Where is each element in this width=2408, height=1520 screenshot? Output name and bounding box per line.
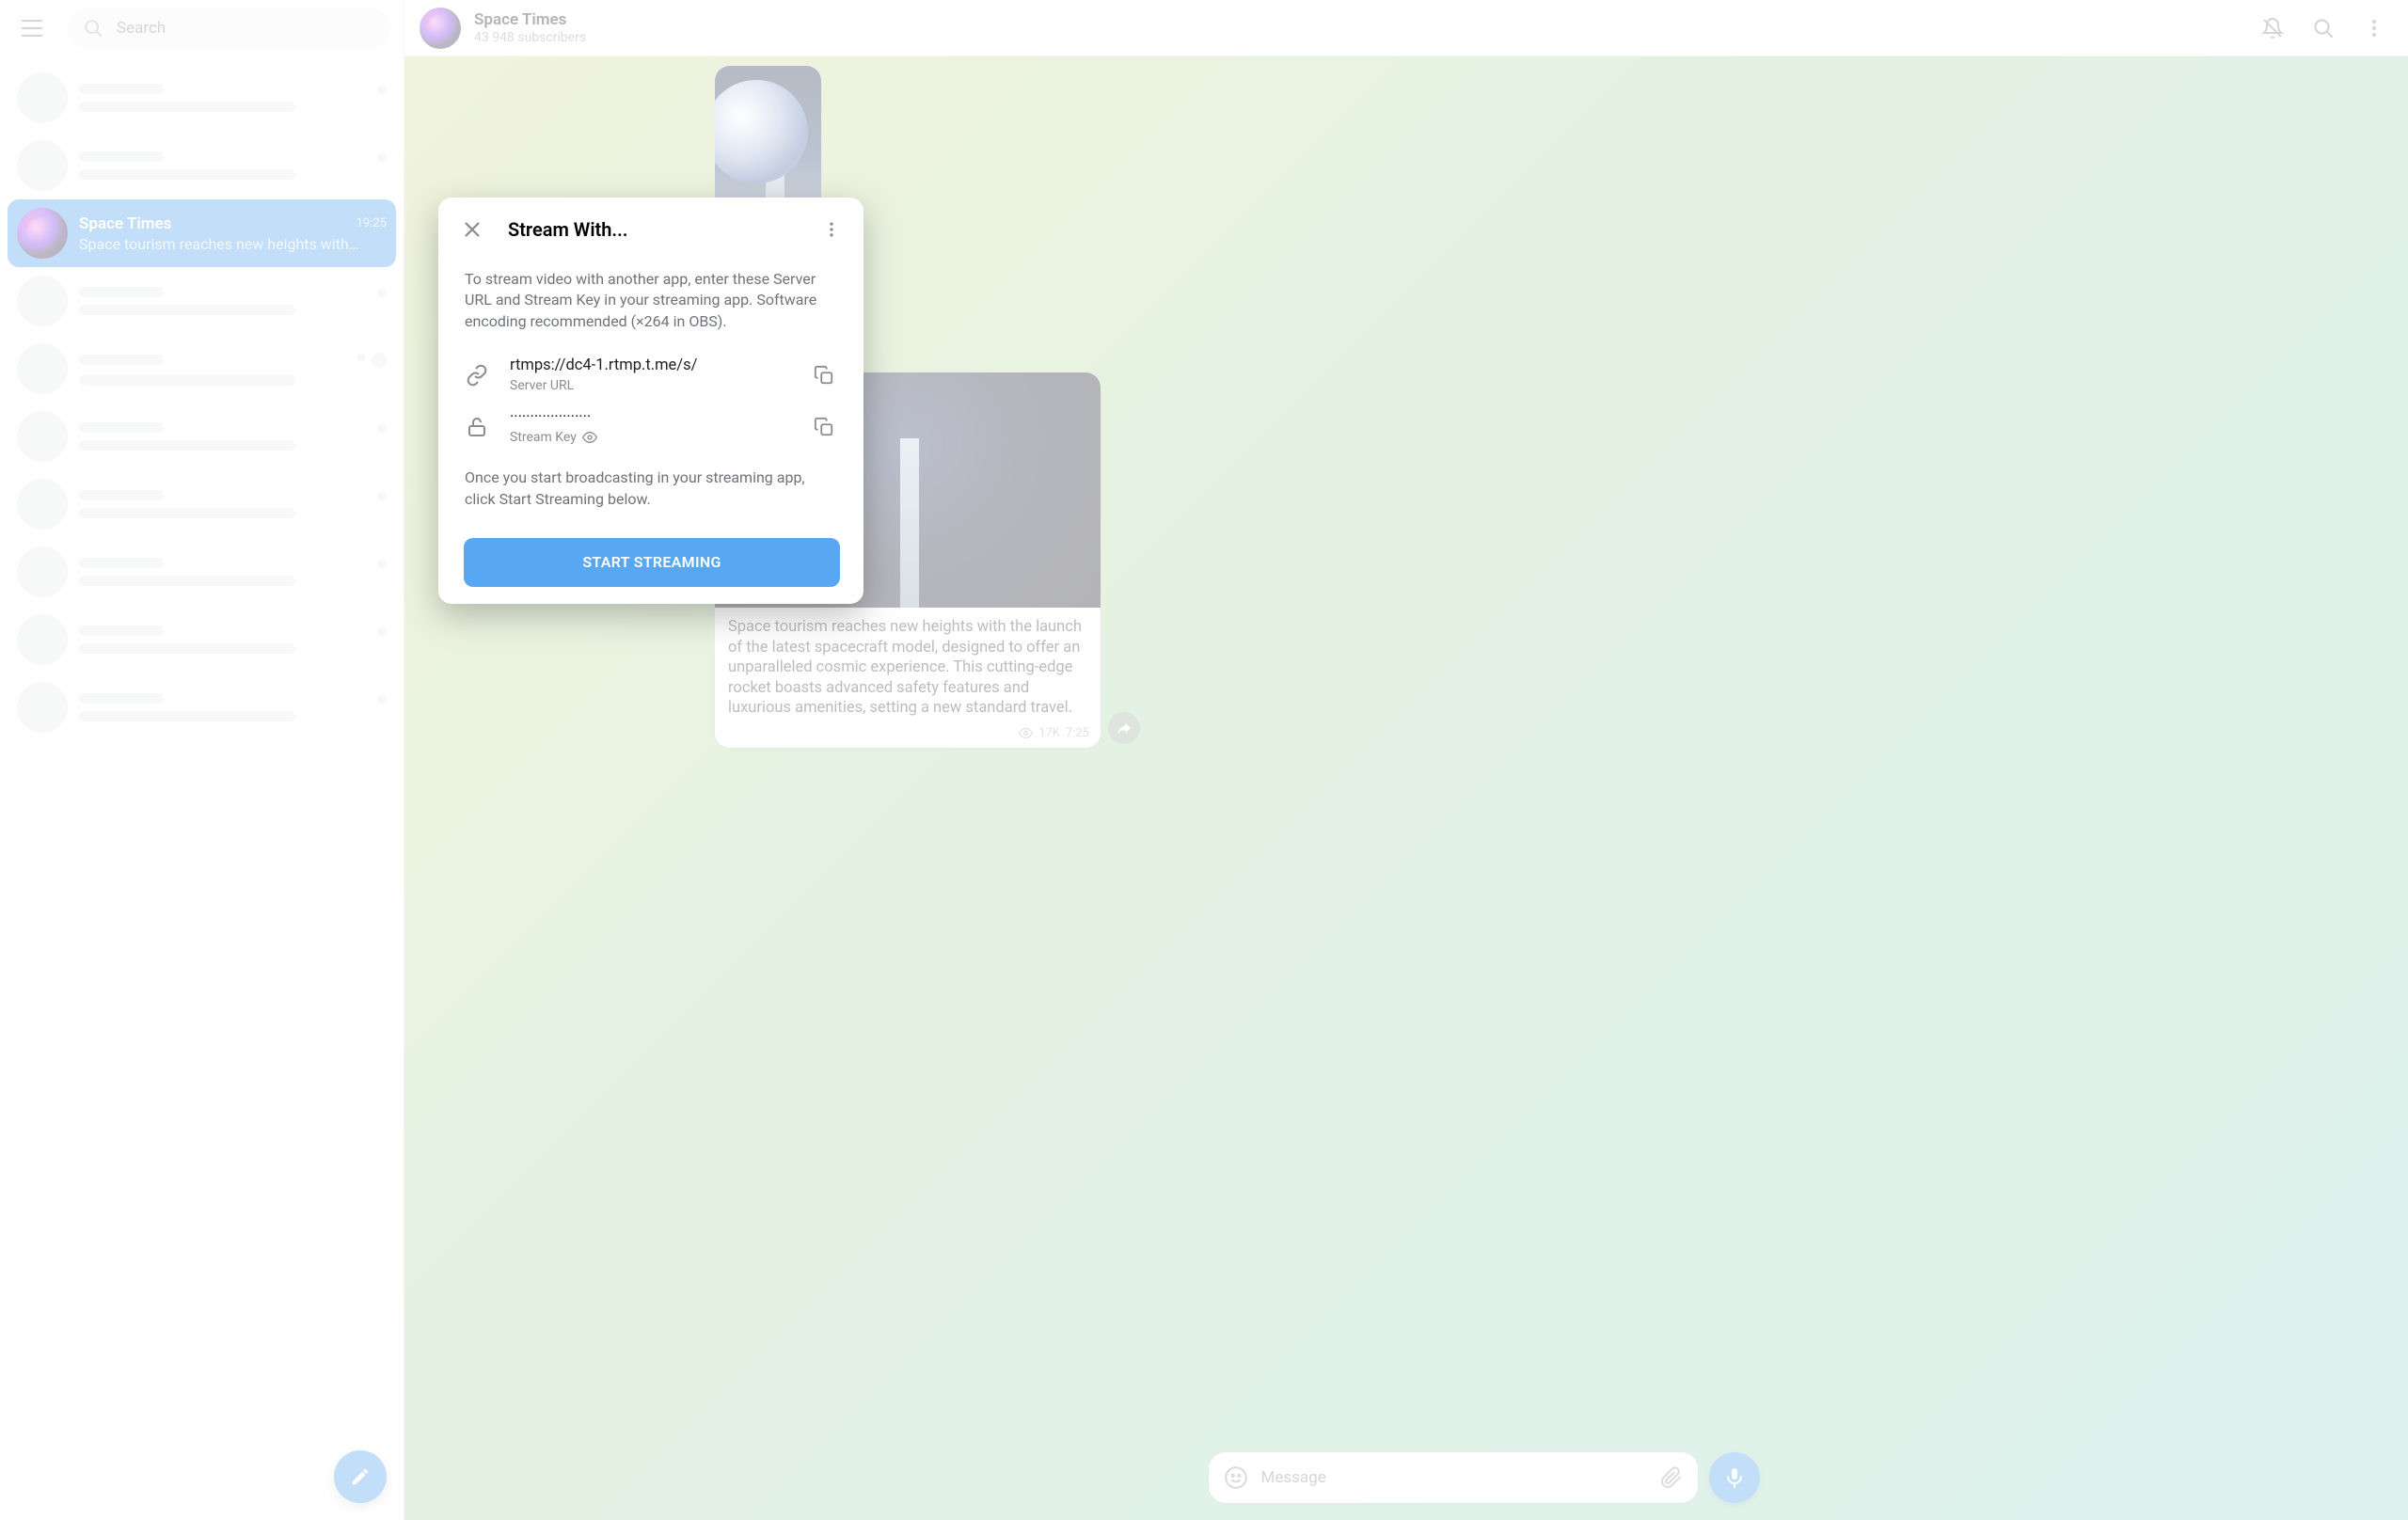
copy-icon <box>814 365 834 386</box>
lock-icon <box>466 416 488 438</box>
close-icon <box>462 219 483 240</box>
server-url-field[interactable]: rtmps://dc4-1.rtmp.t.me/s/ Server URL <box>455 349 848 401</box>
kebab-icon <box>822 220 841 239</box>
copy-icon <box>814 417 834 437</box>
stream-settings-modal: Stream With... To stream video with anot… <box>438 198 863 604</box>
link-icon <box>466 364 488 387</box>
copy-server-url-button[interactable] <box>809 360 839 390</box>
stream-key-field[interactable]: ···················· Stream Key <box>455 401 848 452</box>
start-streaming-button[interactable]: START STREAMING <box>464 538 840 587</box>
modal-more-button[interactable] <box>815 213 848 246</box>
eye-icon[interactable] <box>582 430 597 445</box>
stream-key-value: ···················· <box>510 408 788 426</box>
modal-description: To stream video with another app, enter … <box>465 269 835 332</box>
server-url-label: Server URL <box>510 378 788 393</box>
close-button[interactable] <box>455 213 489 246</box>
copy-stream-key-button[interactable] <box>809 412 839 442</box>
modal-title: Stream With... <box>508 218 796 241</box>
modal-note: Once you start broadcasting in your stre… <box>465 467 835 510</box>
stream-key-label: Stream Key <box>510 430 577 445</box>
modal-scrim[interactable]: Stream With... To stream video with anot… <box>0 0 2408 1520</box>
server-url-value: rtmps://dc4-1.rtmp.t.me/s/ <box>510 356 788 374</box>
